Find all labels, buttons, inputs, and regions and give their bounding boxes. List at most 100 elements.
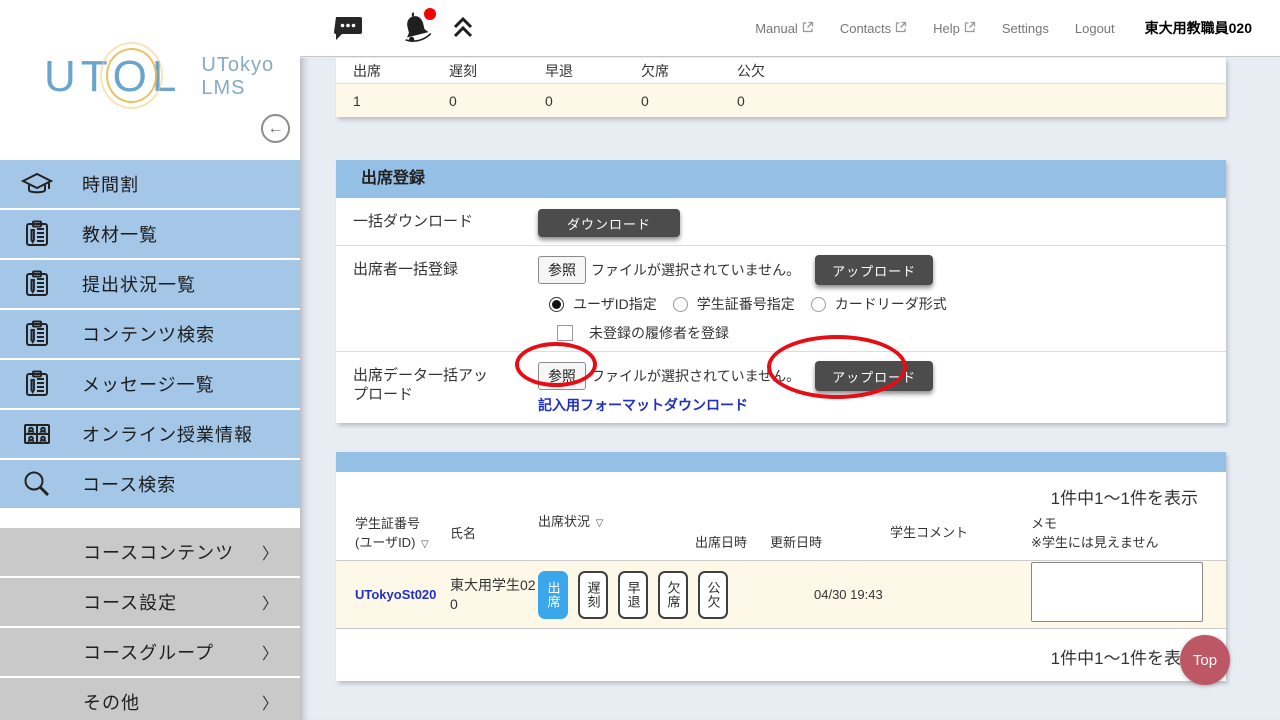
radio-card-reader[interactable] [811,297,826,312]
sidebar-collapse-button[interactable]: ← [261,114,290,143]
sidebar-item-submissions[interactable]: 提出状況一覧 [0,260,300,308]
summary-value-row: 1 0 0 0 0 [336,84,1226,117]
chevron-right-icon: 〉 [262,540,278,564]
table-title-bar [336,452,1226,472]
column-header-student-id[interactable]: 学生証番号 (ユーザID) ▽ [355,513,450,551]
update-time-value: 04/30 19:43 [770,587,890,602]
clipboard-icon [18,270,56,298]
help-link[interactable]: Help [933,21,976,36]
main-area: Manual Contacts Help Settings Logout 東大用… [300,0,1280,720]
scroll-to-top-button[interactable]: Top [1180,635,1230,685]
column-header-status[interactable]: 出席状況 ▽ [538,511,695,530]
bulk-upload-row: 出席データ一括アップロード 参照 ファイルが選択されていません。 アップロード … [336,352,1226,423]
summary-value: 0 [641,93,737,109]
student-table-header-row: 学生証番号 (ユーザID) ▽ 氏名 出席状況 ▽ 出席日時 更新日時 学生コメ… [336,511,1226,561]
sidebar-divider [0,510,300,528]
chat-icon[interactable] [333,15,363,42]
no-file-selected-text: ファイルが選択されていません。 [591,366,800,386]
logo-sun-rings: O [113,52,152,102]
summary-value: 1 [353,93,449,109]
radio-student-number[interactable] [673,297,688,312]
summary-value: 0 [545,93,641,109]
sidebar-item-messages[interactable]: メッセージ一覧 [0,360,300,408]
chevron-right-icon: 〉 [262,690,278,714]
memo-textarea[interactable] [1031,562,1203,622]
sidebar-item-course-search[interactable]: コース検索 [0,460,300,508]
column-header: 欠席 [641,61,737,81]
column-header: 遅刻 [449,61,545,81]
register-unenrolled-checkbox[interactable] [557,325,573,341]
sidebar-item-content-search[interactable]: コンテンツ検索 [0,310,300,358]
radio-user-id[interactable] [549,297,564,312]
search-icon [18,469,56,499]
external-link-icon [964,21,976,36]
column-header-memo: メモ ※学生には見えません [1031,513,1226,551]
column-header-update-time: 更新日時 [770,532,890,551]
arrow-left-icon: ← [268,120,284,138]
utol-logo: UTOL UTokyo LMS [0,0,300,102]
sidebar-item-course-settings[interactable]: コース設定 〉 [0,578,300,626]
chevron-right-icon: 〉 [262,640,278,664]
student-row: UTokyoSt020 東大用学生020 出席 遅刻 早退 欠席 公欠 04/3… [336,561,1226,628]
content-area: 出席 遅刻 早退 欠席 公欠 1 0 0 0 0 出席登録 一括ダウンロード ダ… [300,58,1280,720]
status-button-late[interactable]: 遅刻 [578,571,608,619]
sidebar-item-course-group[interactable]: コースグループ 〉 [0,628,300,676]
contacts-link[interactable]: Contacts [840,21,907,36]
summary-header-row: 出席 遅刻 早退 欠席 公欠 [336,58,1226,84]
chevron-right-icon: 〉 [262,590,278,614]
student-attendance-table: 1件中1〜1件を表示 学生証番号 (ユーザID) ▽ 氏名 出席状況 ▽ 出席日… [336,452,1226,681]
status-button-group: 出席 遅刻 早退 欠席 公欠 [538,571,695,619]
result-count-text: 1件中1〜1件を表示 [336,472,1226,511]
logo-block: UTOL UTokyo LMS ← [0,0,300,160]
upload-button[interactable]: アップロード [815,361,933,391]
column-header-attend-time: 出席日時 [695,532,770,551]
status-button-left-early[interactable]: 早退 [618,571,648,619]
settings-link[interactable]: Settings [1002,21,1049,36]
browse-file-button[interactable]: 参照 [538,256,586,284]
attendance-registration-panel: 出席登録 一括ダウンロード ダウンロード 出席者一括登録 参照 ファイルが選択さ… [336,160,1226,423]
notification-badge [424,8,436,20]
clipboard-icon [18,220,56,248]
bulk-download-row: 一括ダウンロード ダウンロード [336,198,1226,246]
sidebar: UTOL UTokyo LMS ← 時間割 教材一覧 提出状況一覧 コンテンツ検 [0,0,300,720]
download-button[interactable]: ダウンロード [538,209,680,237]
collapse-header-icon[interactable] [450,15,476,41]
clipboard-icon [18,320,56,348]
graduation-cap-icon [18,170,56,198]
clipboard-icon [18,370,56,398]
column-header-comment: 学生コメント [890,522,1031,541]
sort-icon[interactable]: ▽ [421,539,429,550]
logo-text: UTOL [44,52,181,102]
external-link-icon [895,21,907,36]
column-header: 公欠 [737,61,833,81]
format-download-link[interactable]: 記入用フォーマットダウンロード [538,395,748,415]
notifications-bell-icon[interactable] [399,11,433,45]
summary-value: 0 [737,93,833,109]
column-header-name: 氏名 [450,523,538,542]
sidebar-item-others[interactable]: その他 〉 [0,678,300,720]
attendance-summary-table: 出席 遅刻 早退 欠席 公欠 1 0 0 0 0 [336,58,1226,117]
column-header: 早退 [545,61,641,81]
manual-link[interactable]: Manual [755,21,814,36]
status-button-excused[interactable]: 公欠 [698,571,728,619]
logout-link[interactable]: Logout [1075,21,1115,36]
status-button-absent[interactable]: 欠席 [658,571,688,619]
sidebar-item-materials[interactable]: 教材一覧 [0,210,300,258]
student-id-link[interactable]: UTokyoSt020 [355,587,436,602]
summary-value: 0 [449,93,545,109]
column-header: 出席 [353,61,449,81]
sidebar-item-timetable[interactable]: 時間割 [0,160,300,208]
status-button-present[interactable]: 出席 [538,571,568,619]
upload-button[interactable]: アップロード [815,255,933,285]
external-link-icon [802,21,814,36]
browse-file-button[interactable]: 参照 [538,362,586,390]
sidebar-item-course-contents[interactable]: コースコンテンツ 〉 [0,528,300,576]
logo-subtitle: UTokyo LMS [201,54,274,100]
sidebar-item-online-class[interactable]: オンライン授業情報 [0,410,300,458]
topbar-links: Manual Contacts Help Settings Logout 東大用… [729,18,1280,38]
student-name: 東大用学生020 [450,577,536,612]
no-file-selected-text: ファイルが選択されていません。 [591,260,800,280]
topbar: Manual Contacts Help Settings Logout 東大用… [300,0,1280,57]
bulk-register-row: 出席者一括登録 参照 ファイルが選択されていません。 アップロード ユーザID指… [336,246,1226,352]
sort-icon[interactable]: ▽ [596,518,604,529]
